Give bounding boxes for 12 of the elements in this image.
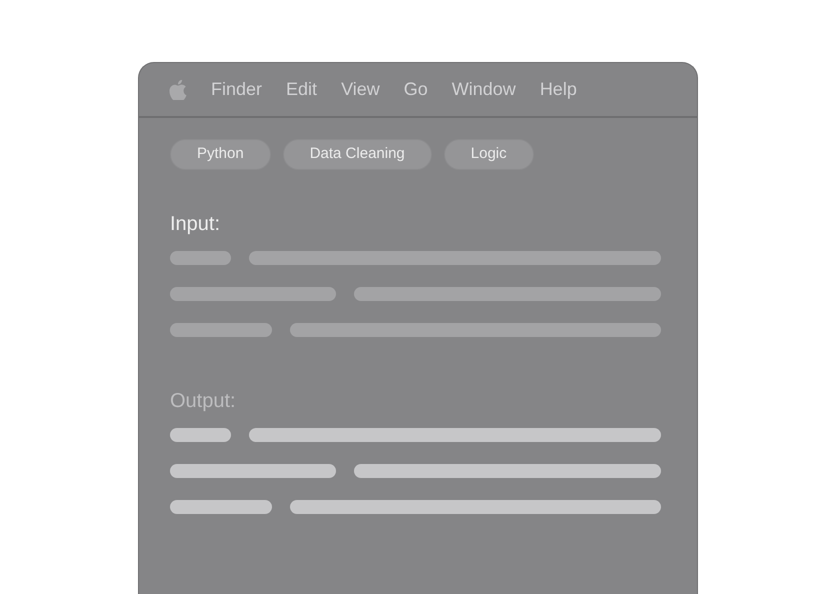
- tag-chip: Logic: [444, 139, 534, 170]
- menu-item[interactable]: Help: [540, 76, 577, 103]
- tag-chip: Data Cleaning: [282, 139, 432, 170]
- menu-item[interactable]: Finder: [211, 76, 262, 103]
- menu-item[interactable]: Window: [452, 76, 516, 103]
- menu-item[interactable]: Go: [404, 76, 428, 103]
- apple-logo-icon[interactable]: [169, 80, 187, 100]
- section-label: Output:: [170, 389, 236, 413]
- menu-item[interactable]: View: [341, 76, 380, 103]
- menu-item[interactable]: Edit: [286, 76, 318, 103]
- section-label: Input:: [170, 212, 220, 236]
- tag-chip: Python: [170, 139, 271, 170]
